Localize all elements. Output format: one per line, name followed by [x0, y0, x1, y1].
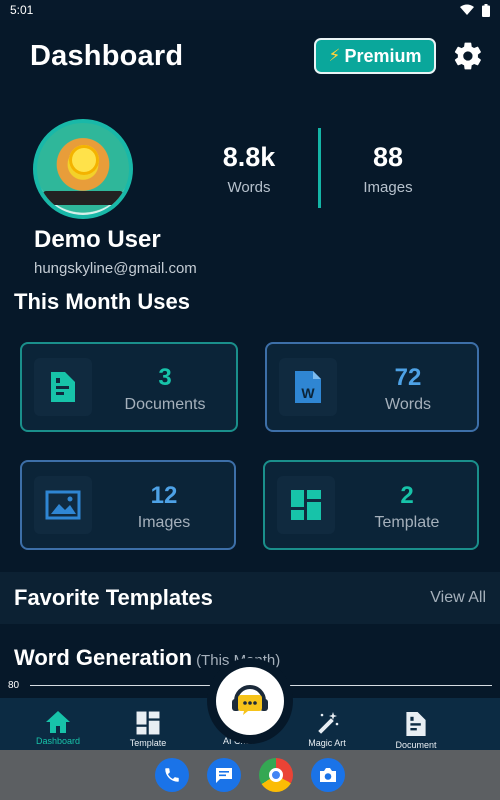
system-dock: [0, 750, 500, 800]
chat-support-icon: [232, 685, 268, 715]
section-title-month-uses: This Month Uses: [14, 289, 191, 314]
svg-text:W: W: [301, 385, 315, 401]
lightning-icon: ⚡: [328, 46, 341, 65]
gear-icon[interactable]: [452, 40, 484, 72]
nav-label: Dashboard: [35, 736, 81, 746]
card-value: 3: [158, 364, 172, 391]
stat-value: 8.8k: [222, 142, 276, 172]
user-name: Demo User: [34, 226, 161, 253]
profile-section: Demo User hungskyline@gmail.com 8.8k Wor…: [0, 112, 500, 282]
nav-item-document[interactable]: Document: [376, 710, 456, 750]
card-icon-box: [34, 358, 92, 416]
card-label: Words: [385, 396, 431, 413]
battery-icon: [482, 3, 490, 17]
word-file-icon: W: [295, 371, 321, 403]
card-value: 2: [400, 482, 414, 509]
card-words[interactable]: W 72 Words: [265, 342, 479, 432]
wifi-icon: [460, 4, 474, 15]
card-documents[interactable]: 3 Documents: [20, 342, 238, 432]
avatar-bar: [43, 191, 123, 205]
card-template[interactable]: 2 Template: [263, 460, 479, 550]
card-icon-box: [34, 476, 92, 534]
nav-item-template[interactable]: Template: [108, 710, 188, 748]
top-bar: Dashboard ⚡ Premium: [0, 20, 500, 92]
phone-icon[interactable]: [155, 758, 189, 792]
view-all-link[interactable]: View All: [430, 589, 486, 607]
document-icon: [51, 372, 75, 402]
template-icon: [136, 711, 160, 735]
status-icons: [460, 3, 490, 17]
card-value: 12: [150, 482, 178, 509]
section-title-favorites: Favorite Templates: [14, 585, 213, 610]
document-icon: [406, 712, 426, 736]
stat-words: 8.8k Words: [194, 142, 304, 196]
messages-icon[interactable]: [207, 758, 241, 792]
nav-label: Magic Art: [308, 738, 346, 748]
word-generation-title: Word Generation: [14, 645, 193, 670]
nav-item-dashboard[interactable]: Dashboard: [18, 710, 98, 746]
template-icon: [291, 490, 321, 520]
stat-label: Images: [363, 179, 413, 196]
stat-value: 88: [372, 142, 404, 172]
premium-label: Premium: [344, 45, 422, 66]
card-images[interactable]: 12 Images: [20, 460, 236, 550]
premium-button[interactable]: ⚡ Premium: [314, 38, 436, 74]
ai-chat-button-inner: [216, 667, 284, 735]
card-label: Template: [374, 514, 440, 531]
camera-icon[interactable]: [311, 758, 345, 792]
page-title: Dashboard: [30, 39, 184, 72]
magic-wand-icon: [318, 712, 339, 734]
nav-item-magic-art[interactable]: Magic Art: [287, 710, 367, 748]
avatar-face: [69, 145, 99, 175]
status-bar: 5:01: [0, 0, 500, 20]
nav-label: Document: [395, 740, 437, 750]
user-email: hungskyline@gmail.com: [34, 260, 197, 277]
card-label: Documents: [124, 396, 206, 413]
y-axis-tick: 80: [8, 680, 20, 691]
card-icon-box: [277, 476, 335, 534]
stat-divider: [318, 128, 321, 208]
chrome-icon[interactable]: [259, 758, 293, 792]
card-value: 72: [394, 364, 422, 391]
home-icon: [46, 711, 70, 733]
avatar[interactable]: [33, 119, 133, 219]
card-icon-box: W: [279, 358, 337, 416]
image-icon: [45, 490, 81, 520]
stat-label: Words: [227, 179, 271, 196]
card-label: Images: [137, 514, 191, 531]
ai-chat-button[interactable]: [207, 658, 293, 744]
stat-images: 88 Images: [333, 142, 443, 196]
nav-label: Template: [129, 738, 167, 748]
status-time: 5:01: [10, 3, 34, 17]
favorite-templates-header: Favorite Templates View All: [0, 572, 500, 624]
